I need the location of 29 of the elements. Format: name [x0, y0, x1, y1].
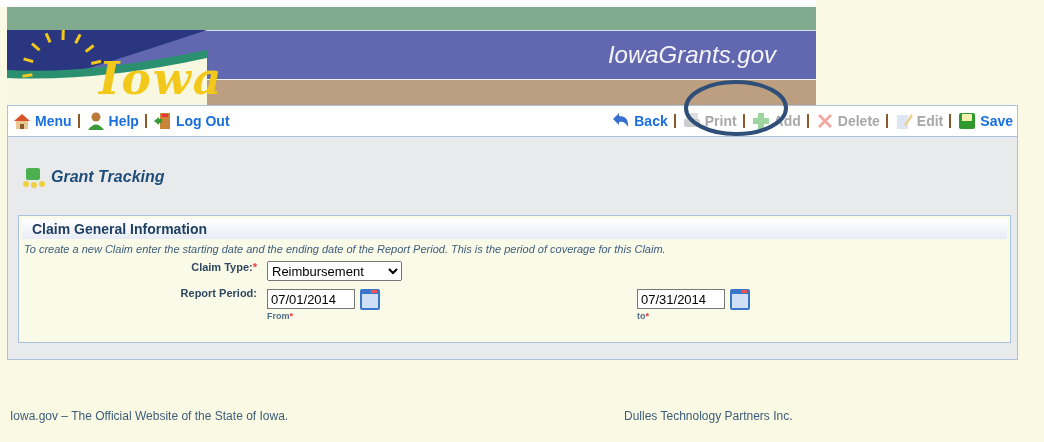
- required-mark: *: [252, 261, 257, 273]
- toolbar-button[interactable]: Menu: [12, 111, 72, 131]
- date-field[interactable]: 07/01/2014: [267, 289, 355, 309]
- field-caption: From: [267, 311, 290, 321]
- plus-icon: [750, 111, 771, 131]
- logo: Iowa: [99, 53, 224, 104]
- field-caption: to: [637, 311, 646, 321]
- section-title: Claim General Information: [22, 219, 1007, 239]
- site-title: IowaGrants.gov: [607, 41, 776, 69]
- money-icon: [22, 165, 46, 188]
- footer-text: Iowa.gov – The Official Website of the State of Iowa.: [10, 409, 290, 423]
- field-label: Claim Type:: [191, 261, 253, 273]
- person-icon: [85, 111, 106, 131]
- required-mark: *: [289, 311, 293, 321]
- page-title: Grant Tracking: [51, 167, 165, 186]
- house-icon: [12, 111, 32, 131]
- calendar-icon[interactable]: [359, 287, 381, 311]
- footer-text: Dulles Technology Partners Inc.: [624, 409, 794, 423]
- toolbar-button[interactable]: Help: [85, 111, 139, 131]
- date-field[interactable]: 07/31/2014: [637, 289, 725, 309]
- toolbar-button[interactable]: Log Out: [152, 111, 230, 131]
- field-label: Report Period:: [180, 287, 258, 299]
- claim-type-dropdown[interactable]: Reimbursement: [267, 261, 402, 281]
- required-mark: *: [645, 311, 649, 321]
- toolbar-button[interactable]: Back: [611, 111, 668, 131]
- toolbar-button[interactable]: Save: [957, 111, 1013, 131]
- instructions: To create a new Claim enter the starting date and the ending date of the Report Period. This is the period of coverage for this Claim.: [24, 243, 667, 255]
- calendar-icon[interactable]: [729, 287, 751, 311]
- door-icon: [152, 111, 173, 131]
